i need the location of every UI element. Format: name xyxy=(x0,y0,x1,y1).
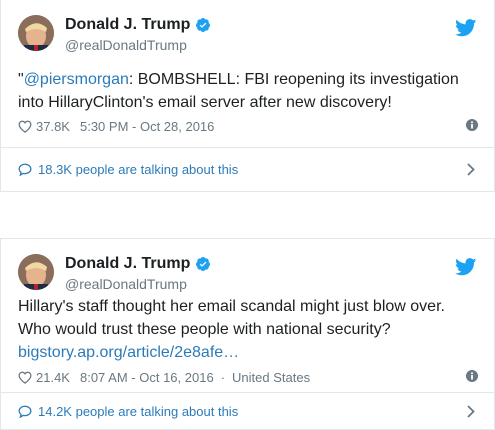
twitter-bird-icon[interactable] xyxy=(455,258,477,276)
avatar[interactable] xyxy=(18,254,54,290)
author-name[interactable]: Donald J. Trump xyxy=(65,255,190,273)
article-link[interactable]: bigstory.ap.org/article/2e8afe… xyxy=(18,341,483,364)
like-count[interactable]: 21.4K xyxy=(36,370,70,385)
twitter-bird-icon[interactable] xyxy=(455,19,477,37)
avatar[interactable] xyxy=(18,15,54,51)
tweet-meta: 21.4K 8:07 AM - Oct 16, 2016 · United St… xyxy=(18,369,478,385)
tweet-text-line: Hillary's staff thought her email scanda… xyxy=(18,298,445,315)
info-icon[interactable] xyxy=(466,119,478,131)
author-name[interactable]: Donald J. Trump xyxy=(65,16,190,34)
author-handle[interactable]: @realDonaldTrump xyxy=(65,37,187,53)
location[interactable]: United States xyxy=(232,370,310,385)
tweet-meta: 37.8K 5:30 PM - Oct 28, 2016 xyxy=(18,118,478,134)
timestamp[interactable]: 5:30 PM - Oct 28, 2016 xyxy=(80,119,214,134)
talking-about-text[interactable]: 14.2K people are talking about this xyxy=(38,404,238,419)
heart-icon[interactable] xyxy=(18,120,32,133)
meta-separator: · xyxy=(220,369,226,385)
like-count[interactable]: 37.8K xyxy=(36,119,70,134)
tweet-text: Hillary's staff thought her email scanda… xyxy=(18,295,483,364)
mention-link[interactable]: @piersmorgan xyxy=(24,71,129,88)
tweet-card: Donald J. Trump @realDonaldTrump Hillary… xyxy=(0,238,495,430)
tweet-text: "@piersmorgan: BOMBSHELL: FBI reopening … xyxy=(18,68,483,114)
verified-badge-icon xyxy=(196,257,211,271)
verified-badge-icon xyxy=(196,18,211,32)
heart-icon[interactable] xyxy=(18,371,32,384)
talking-about-link[interactable]: 14.2K people are talking about this xyxy=(1,392,494,430)
tweet-card: Donald J. Trump @realDonaldTrump "@piers… xyxy=(0,0,495,192)
author-handle[interactable]: @realDonaldTrump xyxy=(65,276,187,292)
talking-about-link[interactable]: 18.3K people are talking about this xyxy=(1,147,494,191)
chevron-right-icon[interactable] xyxy=(467,163,475,176)
speech-bubble-icon xyxy=(18,405,32,418)
speech-bubble-icon xyxy=(18,163,32,176)
info-icon[interactable] xyxy=(466,370,478,382)
timestamp[interactable]: 8:07 AM - Oct 16, 2016 xyxy=(80,370,214,385)
tweet-text-line: Who would trust these people with nation… xyxy=(18,321,391,338)
chevron-right-icon[interactable] xyxy=(467,405,475,418)
talking-about-text[interactable]: 18.3K people are talking about this xyxy=(38,162,238,177)
